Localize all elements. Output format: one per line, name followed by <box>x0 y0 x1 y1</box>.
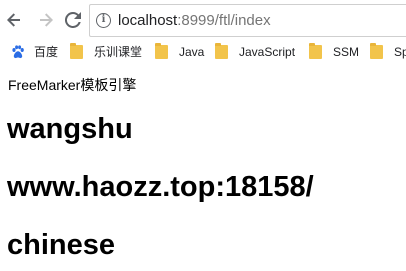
bookmark-folder-lexun[interactable]: 乐训课堂 <box>70 42 142 61</box>
bookmark-label: SSM <box>333 44 360 59</box>
url-host: localhost <box>118 12 178 29</box>
browser-window: i localhost:8999/ftl/index 百度 乐训课堂 Java <box>0 0 406 271</box>
address-bar[interactable]: i localhost:8999/ftl/index <box>89 4 406 37</box>
bookmark-folder-java[interactable]: Java <box>155 42 204 61</box>
bookmark-folder-sp[interactable]: Sp <box>370 42 406 61</box>
baidu-paw-icon <box>12 44 24 58</box>
heading-name: wangshu <box>7 113 133 145</box>
bookmark-label: 乐训课堂 <box>94 45 143 59</box>
page-content: FreeMarker模板引擎 wangshu www.haozz.top:181… <box>0 63 406 271</box>
folder-icon <box>370 42 383 59</box>
browser-toolbar: i localhost:8999/ftl/index <box>0 0 406 40</box>
bookmarks-bar: 百度 乐训课堂 Java JavaScript SSM Sp <box>0 40 406 63</box>
reload-icon <box>65 12 81 28</box>
arrow-right-icon <box>40 13 53 27</box>
forward-button[interactable] <box>37 11 55 29</box>
bookmark-label: Java <box>179 44 205 59</box>
page-caption: FreeMarker模板引擎 <box>8 77 137 93</box>
back-button[interactable] <box>5 11 23 29</box>
folder-icon <box>155 42 168 59</box>
info-icon[interactable]: i <box>96 13 111 28</box>
bookmark-folder-javascript[interactable]: JavaScript <box>215 42 295 61</box>
bookmark-label: JavaScript <box>239 44 296 59</box>
url-path: :8999/ftl/index <box>177 12 271 29</box>
bookmark-baidu[interactable]: 百度 <box>11 42 58 61</box>
bookmark-label: 百度 <box>34 45 59 59</box>
url-text[interactable]: localhost:8999/ftl/index <box>118 12 271 29</box>
folder-icon <box>215 42 228 59</box>
bookmark-label: Sp <box>394 44 406 59</box>
heading-url: www.haozz.top:18158/ <box>7 171 314 203</box>
reload-button[interactable] <box>64 11 82 29</box>
arrow-left-icon <box>7 13 20 27</box>
bookmark-folder-ssm[interactable]: SSM <box>309 42 359 61</box>
folder-icon <box>309 42 322 59</box>
folder-icon <box>70 42 83 59</box>
heading-language: chinese <box>7 229 115 261</box>
